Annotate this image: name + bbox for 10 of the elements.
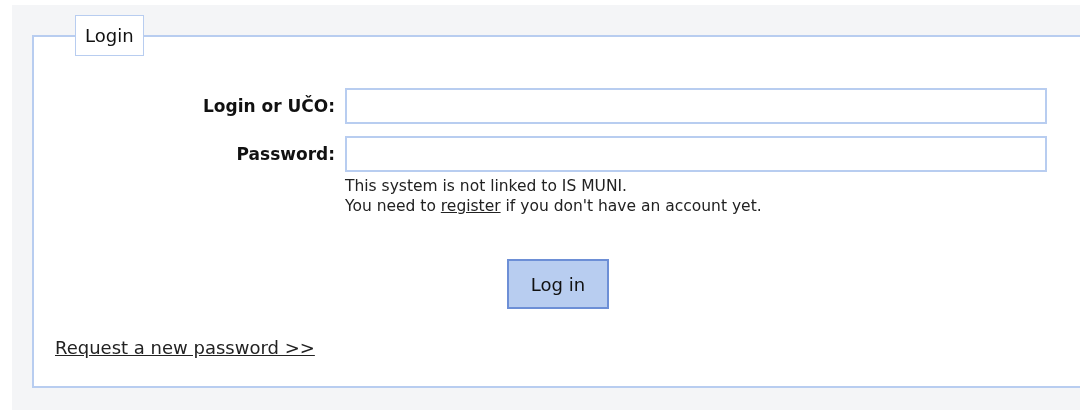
panel-title: Login bbox=[75, 15, 144, 56]
info-text: This system is not linked to IS MUNI. bbox=[345, 176, 628, 196]
new-password-link[interactable]: Request a new password >> bbox=[55, 337, 315, 358]
login-button[interactable]: Log in bbox=[507, 259, 609, 309]
info-text: You need to register if you don't have an account yet. bbox=[345, 196, 763, 216]
input-field[interactable] bbox=[345, 88, 1047, 124]
input-field[interactable] bbox=[345, 136, 1047, 172]
field-label: Password: bbox=[235, 144, 335, 164]
field-label: Login or UČO: bbox=[201, 96, 335, 116]
register-link[interactable]: register bbox=[440, 197, 501, 215]
